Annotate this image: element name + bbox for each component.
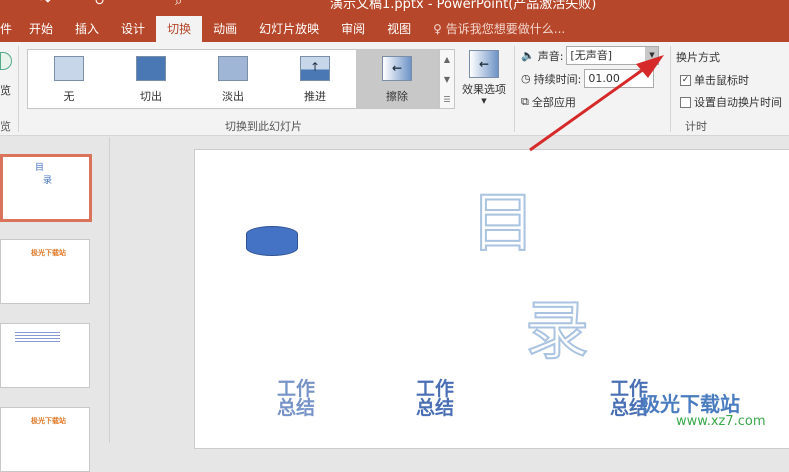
arrow-head (636, 55, 664, 78)
annotation-arrow (529, 55, 664, 152)
arrow-shaft (529, 64, 649, 152)
